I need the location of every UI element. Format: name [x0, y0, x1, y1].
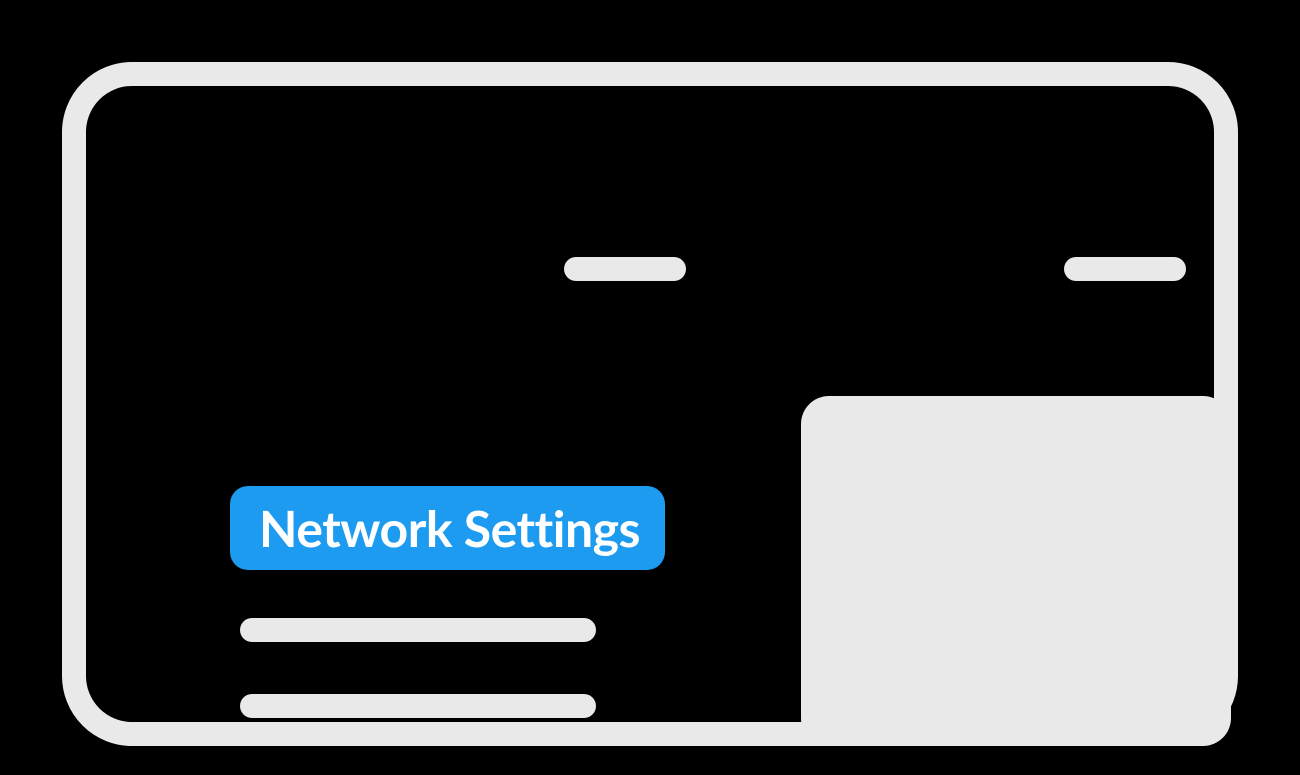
- device-wireframe: Network Settings: [62, 62, 1238, 746]
- network-settings-label-text: Network Settings: [259, 503, 640, 553]
- content-panel-placeholder: [801, 396, 1231, 746]
- body-placeholder-line: [240, 694, 596, 718]
- header-placeholder-bar: [1064, 257, 1186, 281]
- network-settings-label[interactable]: Network Settings: [230, 486, 665, 570]
- header-placeholder-bar: [564, 257, 686, 281]
- body-placeholder-line: [240, 618, 596, 642]
- highlighted-label-wrapper: Network Settings: [230, 486, 665, 570]
